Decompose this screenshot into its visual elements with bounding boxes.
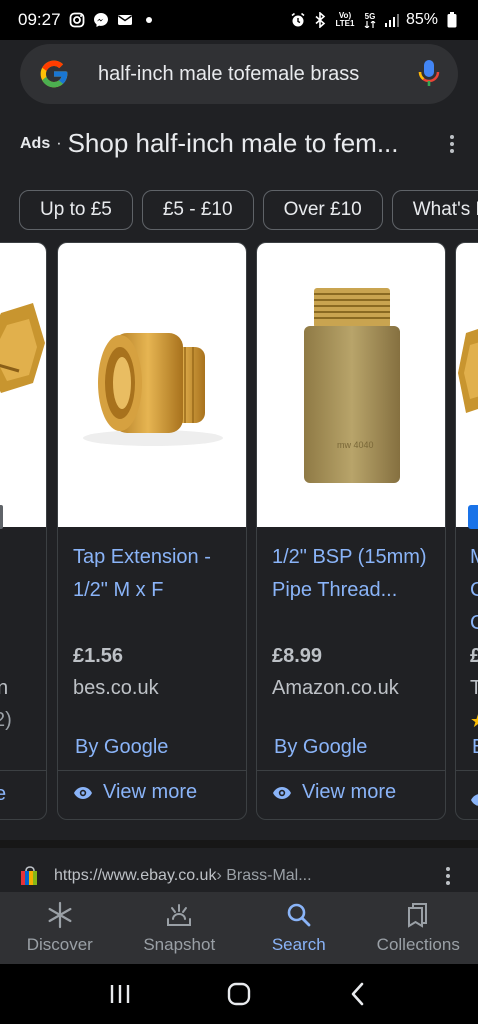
product-title[interactable]: Tap Extension - 1/2" M x F	[73, 541, 238, 607]
nav-search[interactable]: Search	[243, 901, 355, 955]
battery-icon	[444, 12, 460, 28]
view-more-fragment[interactable]: e	[0, 783, 6, 806]
home-icon	[227, 982, 251, 1006]
badge-fragment	[468, 505, 478, 529]
chip-whats-new[interactable]: What's N	[391, 190, 478, 230]
product-card[interactable]: mw 4040 1/2" BSP (15mm) Pipe Thread... £…	[256, 242, 446, 820]
clock: 09:27	[18, 10, 61, 29]
nav-discover[interactable]: Discover	[4, 901, 116, 955]
notification-dot-icon	[141, 12, 157, 28]
title-fragment[interactable]: M C C	[470, 541, 478, 640]
product-card[interactable]: Tap Extension - 1/2" M x F £1.56 bes.co.…	[57, 242, 247, 820]
google-logo-icon	[38, 58, 70, 90]
product-price: £8.99	[272, 645, 323, 667]
result-breadcrumb: › Brass-Mal...	[216, 867, 312, 884]
result-more-icon[interactable]	[438, 866, 458, 886]
status-bar: 09:27 Vo) LTE1 5G 85%	[0, 0, 478, 40]
system-navigation	[0, 964, 478, 1024]
product-image	[456, 243, 478, 527]
eye-icon	[273, 786, 291, 799]
product-card-partial-left[interactable]: n 2) e	[0, 242, 47, 820]
eye-icon	[471, 794, 478, 806]
asterisk-icon	[48, 901, 72, 929]
nav-search-label: Search	[271, 935, 326, 954]
chip-over-10[interactable]: Over £10	[262, 190, 383, 230]
product-store: Amazon.co.uk	[272, 677, 399, 699]
chip-up-to-5[interactable]: Up to £5	[19, 190, 133, 230]
view-more-label: View more	[103, 781, 198, 803]
badge-fragment	[0, 505, 3, 529]
by-google-link[interactable]: By Google	[75, 736, 168, 759]
search-header: half-inch male tofemale brass	[0, 40, 478, 112]
product-image	[0, 243, 46, 527]
back-icon	[352, 982, 364, 1006]
signal-icon	[384, 12, 400, 28]
nav-collections-label: Collections	[376, 935, 460, 954]
nav-snapshot[interactable]: Snapshot	[123, 901, 235, 955]
volte-indicator: Vo) LTE1	[335, 11, 355, 28]
svg-text:mw 4040: mw 4040	[337, 440, 374, 450]
result-url[interactable]: https://www.ebay.co.uk	[54, 867, 216, 885]
ads-title: Shop half-inch male to fem...	[67, 128, 399, 158]
by-google-link[interactable]: By Google	[274, 736, 367, 759]
bluetooth-icon	[312, 12, 328, 28]
ebay-favicon-icon	[20, 866, 40, 886]
search-input[interactable]: half-inch male tofemale brass	[98, 63, 383, 86]
nav-snapshot-label: Snapshot	[143, 935, 216, 954]
more-options-icon[interactable]	[440, 132, 464, 156]
ads-label: Ads	[20, 134, 51, 152]
nav-collections[interactable]: Collections	[362, 901, 474, 955]
mail-icon	[117, 12, 133, 28]
battery-percent: 85%	[405, 11, 438, 28]
messenger-icon	[93, 12, 109, 28]
ads-separator: ·	[56, 134, 62, 152]
eye-icon	[74, 786, 92, 799]
store-fragment: n	[0, 677, 8, 700]
star-icon: ★	[470, 711, 478, 732]
ads-header: Ads · Shop half-inch male to fem...	[20, 128, 464, 159]
search-icon	[287, 903, 311, 927]
bottom-navigation: Discover Snapshot Search Collections	[0, 892, 478, 964]
reviews-fragment: 2)	[0, 709, 12, 731]
product-image: mw 4040	[257, 243, 445, 527]
network-5g-indicator: 5G	[362, 12, 378, 28]
recent-apps-icon	[110, 985, 129, 1003]
chip-5-to-10[interactable]: £5 - £10	[141, 190, 254, 230]
collections-icon	[408, 903, 428, 928]
alarm-icon	[290, 12, 306, 28]
view-more-button[interactable]: View more	[73, 781, 197, 804]
home-button[interactable]	[219, 974, 259, 1014]
view-more-label: View more	[302, 781, 397, 803]
product-title[interactable]: 1/2" BSP (15mm) Pipe Thread...	[272, 541, 437, 607]
nav-discover-label: Discover	[26, 935, 93, 954]
product-carousel: n 2) e	[0, 242, 478, 820]
view-more-button[interactable]: View more	[272, 781, 396, 804]
organic-result[interactable]: https://www.ebay.co.uk › Brass-Mal...	[0, 840, 478, 892]
instagram-icon	[69, 12, 85, 28]
product-image	[58, 243, 246, 527]
results-content: Ads · Shop half-inch male to fem... Up t…	[0, 112, 478, 892]
google-fragment[interactable]: E	[472, 736, 478, 759]
product-store: bes.co.uk	[73, 677, 159, 699]
store-fragment: T	[470, 677, 478, 700]
microphone-icon[interactable]	[418, 59, 440, 89]
search-bar[interactable]: half-inch male tofemale brass	[20, 44, 458, 104]
product-card-partial-right[interactable]: M C C £ T ★ E	[455, 242, 478, 820]
price-filter-chips: Up to £5 £5 - £10 Over £10 What's N	[19, 190, 478, 230]
recent-apps-button[interactable]	[100, 974, 140, 1014]
back-button[interactable]	[338, 974, 378, 1014]
snapshot-icon	[167, 904, 192, 926]
price-fragment: £	[470, 645, 478, 668]
product-price: £1.56	[73, 645, 124, 667]
